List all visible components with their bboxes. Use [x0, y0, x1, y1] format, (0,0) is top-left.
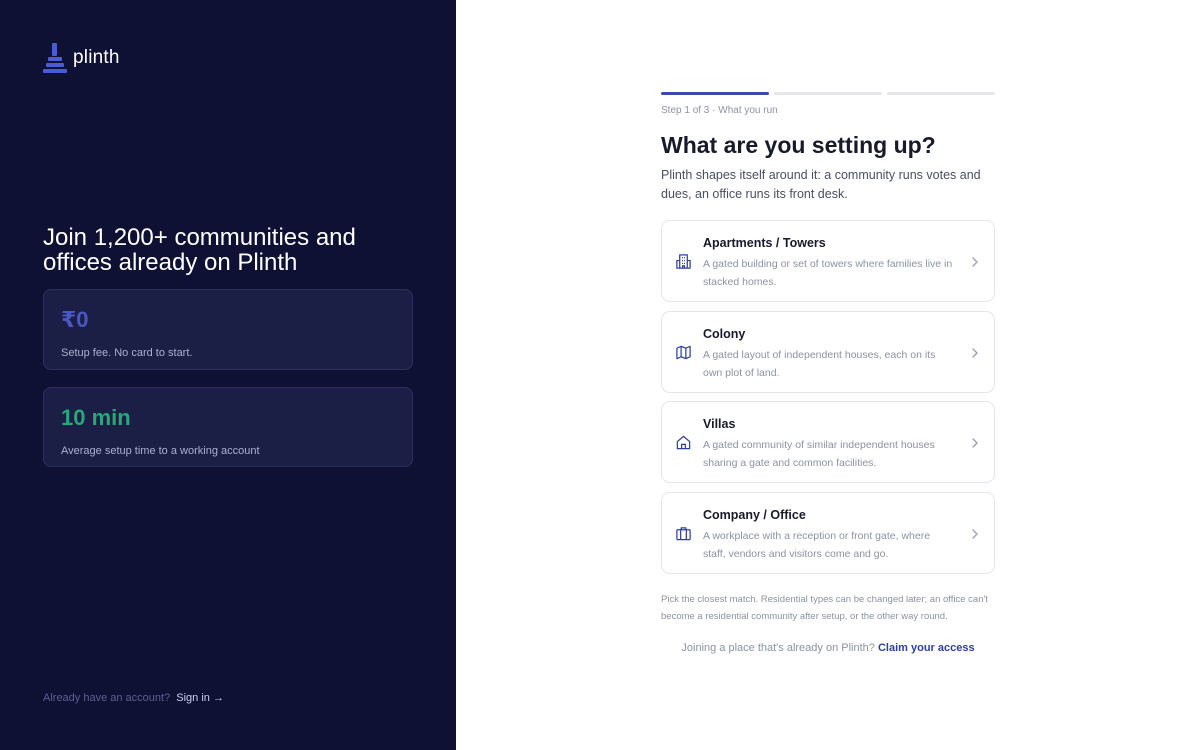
- progress-step-1: [661, 92, 769, 95]
- option-apartments-towers[interactable]: Apartments / Towers A gated building or …: [661, 220, 995, 302]
- progress-step-2: [774, 92, 882, 95]
- claim-access-link[interactable]: Claim your access: [878, 642, 975, 654]
- chevron-right-icon: [970, 436, 980, 450]
- page-subtitle: Plinth shapes itself around it: a commun…: [661, 168, 981, 201]
- stat-card-setup-time: 10 min Average setup time to a working a…: [43, 387, 413, 467]
- stat-label: Setup fee. No card to start.: [61, 347, 193, 359]
- chevron-right-icon: [970, 527, 980, 541]
- signin-prompt-text: Already have an account?: [43, 692, 171, 704]
- stat-value: ₹0: [61, 307, 89, 332]
- page-title: What are you setting up?: [661, 132, 936, 158]
- option-title: Company / Office: [703, 508, 806, 522]
- plinth-logo-icon: [43, 43, 67, 74]
- stat-value: 10 min: [61, 405, 131, 430]
- map-icon: [675, 344, 692, 361]
- option-title: Apartments / Towers: [703, 236, 826, 250]
- selection-hint: Pick the closest match. Residential type…: [661, 594, 988, 622]
- chevron-right-icon: [970, 346, 980, 360]
- chevron-right-icon: [970, 255, 980, 269]
- stat-label: Average setup time to a working account: [61, 445, 260, 457]
- briefcase-icon: [675, 525, 692, 542]
- option-description: A gated building or set of towers where …: [703, 258, 953, 288]
- option-colony[interactable]: Colony A gated layout of independent hou…: [661, 311, 995, 393]
- option-title: Villas: [703, 417, 736, 431]
- option-title: Colony: [703, 327, 746, 341]
- brand-logo[interactable]: plinth: [43, 43, 120, 74]
- brand-name: plinth: [73, 46, 120, 68]
- option-description: A gated layout of independent houses, ea…: [703, 349, 936, 379]
- signin-link[interactable]: Sign in →: [176, 692, 224, 704]
- step-progress-bar: [661, 92, 995, 96]
- join-existing-prompt: Joining a place that's already on Plinth…: [661, 642, 995, 654]
- join-prompt-text: Joining a place that's already on Plinth…: [681, 642, 875, 654]
- stat-card-setup-fee: ₹0 Setup fee. No card to start.: [43, 289, 413, 370]
- option-description: A workplace with a reception or front ga…: [703, 530, 931, 560]
- left-headline: Join 1,200+ communities and offices alre…: [43, 224, 356, 276]
- signin-prompt: Already have an account? Sign in →: [43, 692, 224, 704]
- left-panel: plinth Join 1,200+ communities and offic…: [0, 0, 456, 750]
- option-description: A gated community of similar independent…: [703, 439, 935, 469]
- step-label: Step 1 of 3 · What you run: [661, 105, 778, 116]
- option-company-office[interactable]: Company / Office A workplace with a rece…: [661, 492, 995, 574]
- building-icon: [675, 253, 692, 270]
- progress-step-3: [887, 92, 995, 95]
- house-icon: [675, 434, 692, 451]
- onboarding-panel: Step 1 of 3 · What you run What are you …: [456, 0, 1200, 750]
- option-villas[interactable]: Villas A gated community of similar inde…: [661, 401, 995, 483]
